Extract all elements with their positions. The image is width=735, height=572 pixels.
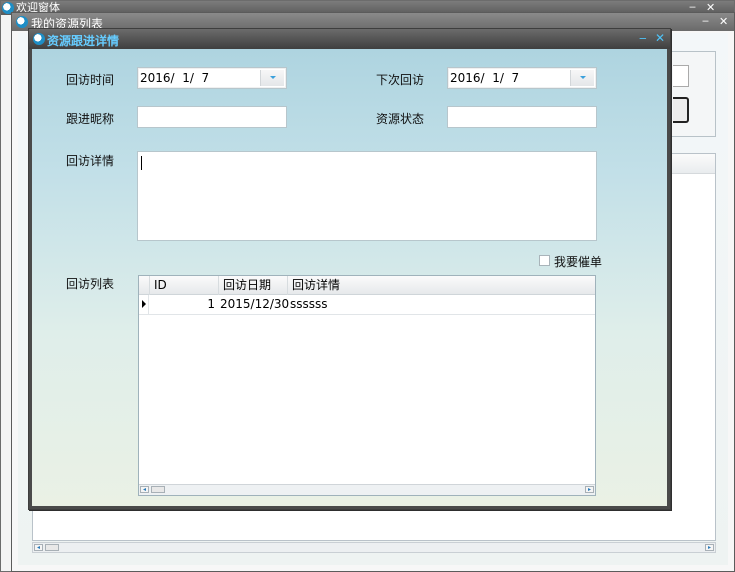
nickname-input[interactable] [137,106,287,128]
column-header-detail[interactable]: 回访详情 [287,276,387,295]
dialog-content: 回访时间 2016/ 1/ 7 下次回访 2016/ 1/ 7 跟进昵称 资源状… [32,49,667,506]
scroll-left-icon[interactable]: ◂ [34,544,43,551]
column-header-id[interactable]: ID [149,276,218,295]
dropdown-arrow-icon[interactable] [260,70,284,86]
visit-time-label: 回访时间 [66,73,115,87]
scroll-right-icon[interactable]: ▸ [585,486,594,493]
close-icon[interactable]: ✕ [655,31,665,45]
search-button[interactable] [673,97,689,123]
followup-dialog-title: 资源跟进详情 [47,34,120,48]
scroll-right-icon[interactable]: ▸ [705,544,714,551]
details-label: 回访详情 [66,154,115,168]
minimize-icon[interactable]: ‒ [639,31,647,45]
scroll-thumb[interactable] [151,486,165,493]
close-icon[interactable]: ✕ [719,15,728,28]
table-row[interactable]: 1 2015/12/30 ssssss [139,295,595,315]
status-label: 资源状态 [376,112,425,126]
resource-grid-hscrollbar[interactable]: ◂ ▸ [32,542,716,553]
visit-list-grid[interactable]: ID 回访日期 回访详情 1 2015/12/30 ssssss ◂ ▸ [138,275,596,496]
column-header-date[interactable]: 回访日期 [218,276,287,295]
visit-list-hscrollbar[interactable]: ◂ ▸ [139,484,595,495]
next-visit-label: 下次回访 [376,73,425,87]
visit-time-value: 2016/ 1/ 7 [140,71,210,85]
search-input[interactable] [673,65,689,87]
minimize-icon[interactable]: ‒ [702,14,709,27]
app-logo-icon [33,33,45,45]
visit-list-header: ID 回访日期 回访详情 [139,276,595,295]
dropdown-arrow-icon[interactable] [570,70,594,86]
visit-list-label: 回访列表 [66,277,115,291]
row-pointer-icon [139,295,149,314]
app-logo-icon [16,16,28,28]
scroll-left-icon[interactable]: ◂ [140,486,149,493]
search-panel [672,51,716,137]
text-caret [141,156,142,170]
urge-checkbox-label[interactable]: 我要催单 [554,253,602,270]
status-input[interactable] [447,106,597,128]
next-visit-value: 2016/ 1/ 7 [450,71,520,85]
nickname-label: 跟进昵称 [66,112,115,126]
cell-detail[interactable]: ssssss [290,295,390,314]
next-visit-picker[interactable]: 2016/ 1/ 7 [447,67,597,89]
cell-id[interactable]: 1 [149,295,215,314]
details-textarea[interactable] [137,151,597,241]
followup-dialog-titlebar[interactable]: 资源跟进详情 ‒ ✕ [29,29,670,49]
scroll-thumb[interactable] [45,544,59,551]
cell-date[interactable]: 2015/12/30 [220,295,289,314]
visit-time-picker[interactable]: 2016/ 1/ 7 [137,67,287,89]
followup-detail-dialog: 资源跟进详情 ‒ ✕ 回访时间 2016/ 1/ 7 下次回访 2016/ 1/… [28,28,671,510]
urge-checkbox[interactable] [539,255,550,266]
row-header-corner [139,276,149,295]
